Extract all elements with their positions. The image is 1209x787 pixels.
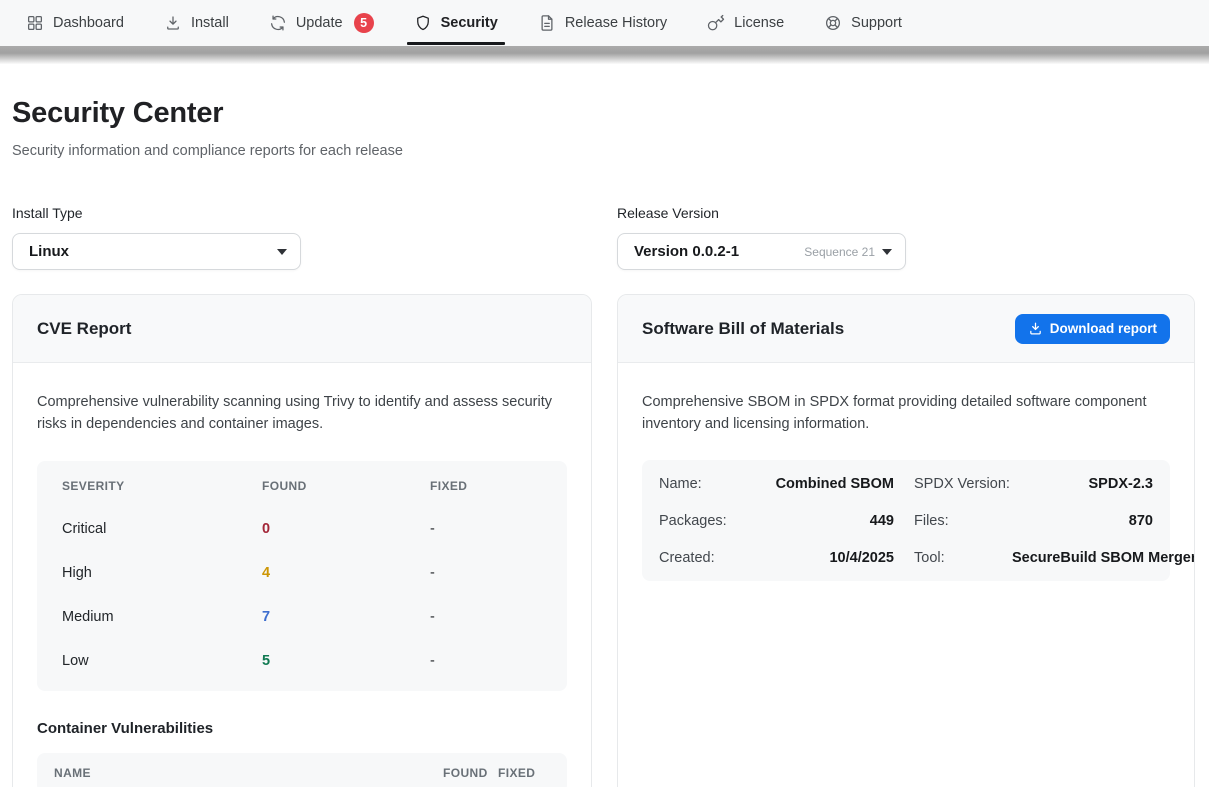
nav-label: Install [191, 15, 229, 31]
severity-table-header: SEVERITY FOUND FIXED [37, 465, 567, 507]
update-count-badge: 5 [354, 13, 374, 33]
container-vulnerabilities-title: Container Vulnerabilities [37, 720, 567, 737]
col-name: NAME [54, 766, 443, 780]
col-fixed: FIXED [430, 479, 542, 493]
nav-item-license[interactable]: License [687, 0, 804, 46]
security-shield-icon [414, 14, 432, 32]
sbom-tool-value: SecureBuild SBOM Merger [1012, 550, 1195, 566]
sbom-packages-label: Packages: [659, 513, 751, 529]
nav-item-dashboard[interactable]: Dashboard [6, 0, 144, 46]
page-subtitle: Security information and compliance repo… [12, 143, 1195, 159]
severity-row-high: High 4 - [37, 551, 567, 595]
severity-row-critical: Critical 0 - [37, 507, 567, 551]
release-history-icon [538, 14, 556, 32]
col-found: FOUND [262, 479, 430, 493]
sbom-spdx-version-value: SPDX-2.3 [1012, 476, 1153, 492]
install-type-filter: Install Type Linux [12, 205, 592, 270]
install-icon [164, 14, 182, 32]
severity-table: SEVERITY FOUND FIXED Critical 0 - High 4 [37, 461, 567, 691]
sbom-card: Software Bill of Materials Download repo… [617, 294, 1195, 787]
cve-card-header: CVE Report [13, 295, 591, 363]
cve-description: Comprehensive vulnerability scanning usi… [37, 392, 562, 435]
sbom-row: Created: 10/4/2025 Tool: SecureBuild SBO… [642, 539, 1170, 576]
nav-label: Release History [565, 15, 667, 31]
nav-item-update[interactable]: Update 5 [249, 0, 394, 46]
severity-row-low: Low 5 - [37, 639, 567, 683]
severity-fixed-count: - [430, 609, 542, 625]
severity-row-medium: Medium 7 - [37, 595, 567, 639]
update-icon [269, 14, 287, 32]
install-type-label: Install Type [12, 205, 592, 221]
nav-item-security[interactable]: Security [394, 0, 518, 46]
nav-label: Dashboard [53, 15, 124, 31]
filters-row: Install Type Linux Release Version Versi… [12, 205, 1195, 270]
release-sequence-label: Sequence 21 [804, 245, 875, 259]
license-key-icon [707, 14, 725, 32]
severity-found-count: 4 [262, 565, 430, 581]
nav-label: Update [296, 15, 343, 31]
sbom-card-body: Comprehensive SBOM in SPDX format provid… [618, 363, 1194, 581]
nav-label: License [734, 15, 784, 31]
release-version-filter: Release Version Version 0.0.2-1 Sequence… [617, 205, 1195, 270]
severity-found-count: 0 [262, 521, 430, 537]
nav-label: Security [441, 15, 498, 31]
cve-card-body: Comprehensive vulnerability scanning usi… [13, 363, 591, 787]
nav-item-release-history[interactable]: Release History [518, 0, 687, 46]
severity-fixed-count: - [430, 565, 542, 581]
nav-item-support[interactable]: Support [804, 0, 922, 46]
severity-name: Critical [62, 521, 262, 537]
col-severity: SEVERITY [62, 479, 262, 493]
severity-found-count: 7 [262, 609, 430, 625]
sbom-description: Comprehensive SBOM in SPDX format provid… [642, 392, 1167, 435]
sbom-row: Packages: 449 Files: 870 [642, 502, 1170, 539]
chevron-down-icon [882, 249, 892, 255]
severity-fixed-count: - [430, 653, 542, 669]
nav-item-install[interactable]: Install [144, 0, 249, 46]
sbom-created-label: Created: [659, 550, 751, 566]
severity-found-count: 5 [262, 653, 430, 669]
download-button-label: Download report [1050, 321, 1157, 336]
sbom-card-title: Software Bill of Materials [642, 319, 844, 339]
severity-name: Low [62, 653, 262, 669]
install-type-value: Linux [29, 243, 277, 260]
sbom-spdx-version-label: SPDX Version: [894, 476, 1012, 492]
severity-fixed-count: - [430, 521, 542, 537]
dashboard-icon [26, 14, 44, 32]
release-version-label: Release Version [617, 205, 1195, 221]
sbom-packages-value: 449 [751, 513, 894, 529]
page-title: Security Center [12, 97, 1195, 130]
download-report-button[interactable]: Download report [1015, 314, 1170, 344]
header-shadow-strip [0, 46, 1209, 64]
top-navigation: Dashboard Install Update 5 Security [0, 0, 1209, 46]
severity-name: Medium [62, 609, 262, 625]
cve-report-card: CVE Report Comprehensive vulnerability s… [12, 294, 592, 787]
support-lifebuoy-icon [824, 14, 842, 32]
nav-label: Support [851, 15, 902, 31]
sbom-created-value: 10/4/2025 [751, 550, 894, 566]
sbom-row: Name: Combined SBOM SPDX Version: SPDX-2… [642, 465, 1170, 502]
sbom-card-header: Software Bill of Materials Download repo… [618, 295, 1194, 363]
cve-card-title: CVE Report [37, 319, 131, 339]
sbom-name-value: Combined SBOM [751, 476, 894, 492]
sbom-files-label: Files: [894, 513, 1012, 529]
install-type-select[interactable]: Linux [12, 233, 301, 270]
sbom-files-value: 870 [1012, 513, 1153, 529]
sbom-details-table: Name: Combined SBOM SPDX Version: SPDX-2… [642, 460, 1170, 581]
sbom-tool-label: Tool: [894, 550, 1012, 566]
col-fixed: FIXED [498, 766, 550, 780]
col-found: FOUND [443, 766, 485, 780]
main-content: Security Center Security information and… [0, 64, 1209, 787]
chevron-down-icon [277, 249, 287, 255]
severity-name: High [62, 565, 262, 581]
sbom-name-label: Name: [659, 476, 751, 492]
download-icon [1028, 321, 1043, 336]
report-cards: CVE Report Comprehensive vulnerability s… [12, 294, 1195, 787]
security-center-page: Dashboard Install Update 5 Security [0, 0, 1209, 787]
release-version-value: Version 0.0.2-1 [634, 243, 804, 260]
release-version-select[interactable]: Version 0.0.2-1 Sequence 21 [617, 233, 906, 270]
container-vulnerabilities-table-header: NAME FOUND FIXED [37, 753, 567, 787]
